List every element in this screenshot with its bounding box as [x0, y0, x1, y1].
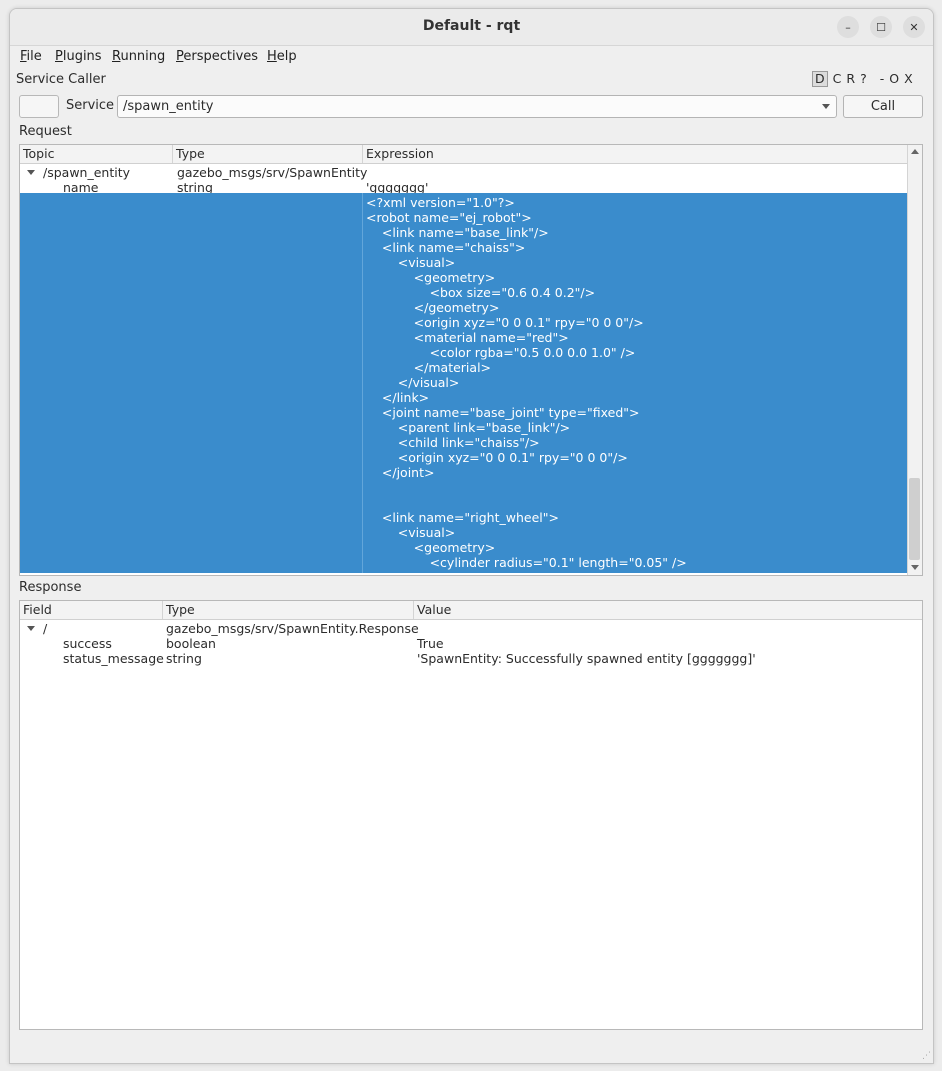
- menu-file-label: ile: [26, 49, 42, 64]
- xml-line: <link name="chaiss">: [366, 240, 526, 255]
- scroll-thumb[interactable]: [909, 478, 920, 560]
- service-select-value: /spawn_entity: [123, 99, 214, 114]
- minimize-icon: –: [845, 20, 851, 34]
- plugin-float-button[interactable]: O: [889, 71, 899, 86]
- response-root-type: gazebo_msgs/srv/SpawnEntity.Response: [166, 621, 419, 636]
- column-type[interactable]: Type: [173, 145, 363, 163]
- request-scrollbar[interactable]: [907, 145, 922, 575]
- response-success-type: boolean: [166, 636, 216, 651]
- response-label: Response: [19, 580, 82, 595]
- resize-grip-icon[interactable]: ⋰: [922, 1051, 931, 1061]
- plugin-close-button[interactable]: X: [904, 71, 913, 86]
- request-label: Request: [19, 124, 72, 139]
- chevron-down-icon: [822, 104, 830, 109]
- xml-line: <origin xyz="0 0 0.1" rpy="0 0 0"/>: [366, 315, 644, 330]
- call-button[interactable]: Call: [843, 95, 923, 118]
- menu-running-label: unning: [120, 49, 166, 64]
- service-label: Service: [66, 98, 115, 113]
- plugin-controls: D C R? - O X: [812, 71, 918, 87]
- maximize-button[interactable]: ☐: [870, 16, 892, 38]
- menu-perspectives[interactable]: Perspectives: [176, 49, 258, 64]
- service-select[interactable]: /spawn_entity: [117, 95, 837, 118]
- column-topic[interactable]: Topic: [20, 145, 173, 163]
- xml-line: <color rgba="0.5 0.0 0.0 1.0" />: [366, 345, 636, 360]
- xml-line: <visual>: [366, 525, 456, 540]
- xml-line: </material>: [366, 360, 492, 375]
- response-status-row[interactable]: status_message string 'SpawnEntity: Succ…: [20, 651, 922, 666]
- title-bar[interactable]: Default - rqt – ☐ ✕: [10, 9, 933, 46]
- xml-line: <robot name="ej_robot">: [366, 210, 532, 225]
- menu-help-mnemonic: H: [267, 49, 277, 64]
- xml-line: <link name="base_link"/>: [366, 225, 549, 240]
- xml-line: </visual>: [366, 375, 460, 390]
- plugin-help-button[interactable]: ?: [860, 71, 867, 86]
- xml-line: <?xml version="1.0"?>: [366, 195, 515, 210]
- column-field[interactable]: Field: [20, 601, 163, 619]
- column-expression[interactable]: Expression: [363, 145, 908, 163]
- request-tree-header: Topic Type Expression: [20, 145, 908, 164]
- menu-plugins-label: lugins: [62, 49, 102, 64]
- column-divider: [362, 193, 363, 573]
- scroll-up-icon[interactable]: [911, 149, 919, 154]
- plugin-minimize-button[interactable]: -: [880, 71, 885, 86]
- xml-line: <origin xyz="0 0 0.1" rpy="0 0 0"/>: [366, 450, 628, 465]
- column-type[interactable]: Type: [163, 601, 414, 619]
- plugin-config-button[interactable]: C: [833, 71, 842, 86]
- menu-plugins-mnemonic: P: [55, 49, 63, 64]
- response-root-row[interactable]: / gazebo_msgs/srv/SpawnEntity.Response: [20, 621, 922, 636]
- response-status-value: 'SpawnEntity: Successfully spawned entit…: [417, 651, 756, 666]
- response-success-field: success: [63, 636, 112, 651]
- menu-running[interactable]: Running: [112, 49, 165, 64]
- request-root-row[interactable]: /spawn_entity gazebo_msgs/srv/SpawnEntit…: [20, 165, 908, 180]
- plugin-reload-button[interactable]: R: [846, 71, 855, 86]
- refresh-services-button[interactable]: [19, 95, 59, 118]
- minimize-button[interactable]: –: [837, 16, 859, 38]
- column-value[interactable]: Value: [414, 601, 922, 619]
- expand-arrow-icon[interactable]: [27, 170, 35, 175]
- response-status-type: string: [166, 651, 202, 666]
- xml-line: </link>: [366, 390, 430, 405]
- request-root-type: gazebo_msgs/srv/SpawnEntity: [177, 165, 368, 180]
- plugin-title: Service Caller: [16, 72, 106, 87]
- response-tree[interactable]: Field Type Value / gazebo_msgs/srv/Spawn…: [19, 600, 923, 1030]
- menu-bar: File Plugins Running Perspectives Help: [10, 46, 933, 68]
- xml-line: <material name="red">: [366, 330, 569, 345]
- xml-line: <geometry>: [366, 540, 496, 555]
- xml-line: <visual>: [366, 255, 456, 270]
- xml-line: <child link="chaiss"/>: [366, 435, 540, 450]
- xml-line: </geometry>: [366, 300, 500, 315]
- request-tree[interactable]: Topic Type Expression /spawn_entity gaze…: [19, 144, 923, 576]
- menu-plugins[interactable]: Plugins: [55, 49, 102, 64]
- close-button[interactable]: ✕: [903, 16, 925, 38]
- rqt-window: Default - rqt – ☐ ✕ File Plugins Running…: [9, 8, 934, 1064]
- response-root-field: /: [43, 621, 48, 636]
- menu-help[interactable]: Help: [267, 49, 297, 64]
- xml-line: <joint name="base_joint" type="fixed">: [366, 405, 640, 420]
- xml-line: <parent link="base_link"/>: [366, 420, 571, 435]
- scroll-down-icon[interactable]: [911, 565, 919, 570]
- response-success-value: True: [417, 636, 444, 651]
- plugin-dock-button[interactable]: D: [812, 71, 828, 87]
- xml-line: </joint>: [366, 465, 435, 480]
- expand-arrow-icon[interactable]: [27, 626, 35, 631]
- menu-help-label: elp: [276, 49, 297, 64]
- xml-line: <cylinder radius="0.1" length="0.05" />: [366, 555, 687, 570]
- menu-file[interactable]: File: [20, 49, 42, 64]
- request-root-topic: /spawn_entity: [43, 165, 130, 180]
- xml-line: <box size="0.6 0.4 0.2"/>: [366, 285, 596, 300]
- xml-line: <geometry>: [366, 270, 496, 285]
- xml-line: <link name="right_wheel">: [366, 510, 559, 525]
- menu-perspectives-label: erspectives: [183, 49, 259, 64]
- window-title: Default - rqt: [422, 18, 521, 34]
- maximize-icon: ☐: [876, 20, 886, 34]
- response-success-row[interactable]: success boolean True: [20, 636, 922, 651]
- close-icon: ✕: [909, 20, 919, 34]
- response-tree-header: Field Type Value: [20, 601, 922, 620]
- response-status-field: status_message: [63, 651, 164, 666]
